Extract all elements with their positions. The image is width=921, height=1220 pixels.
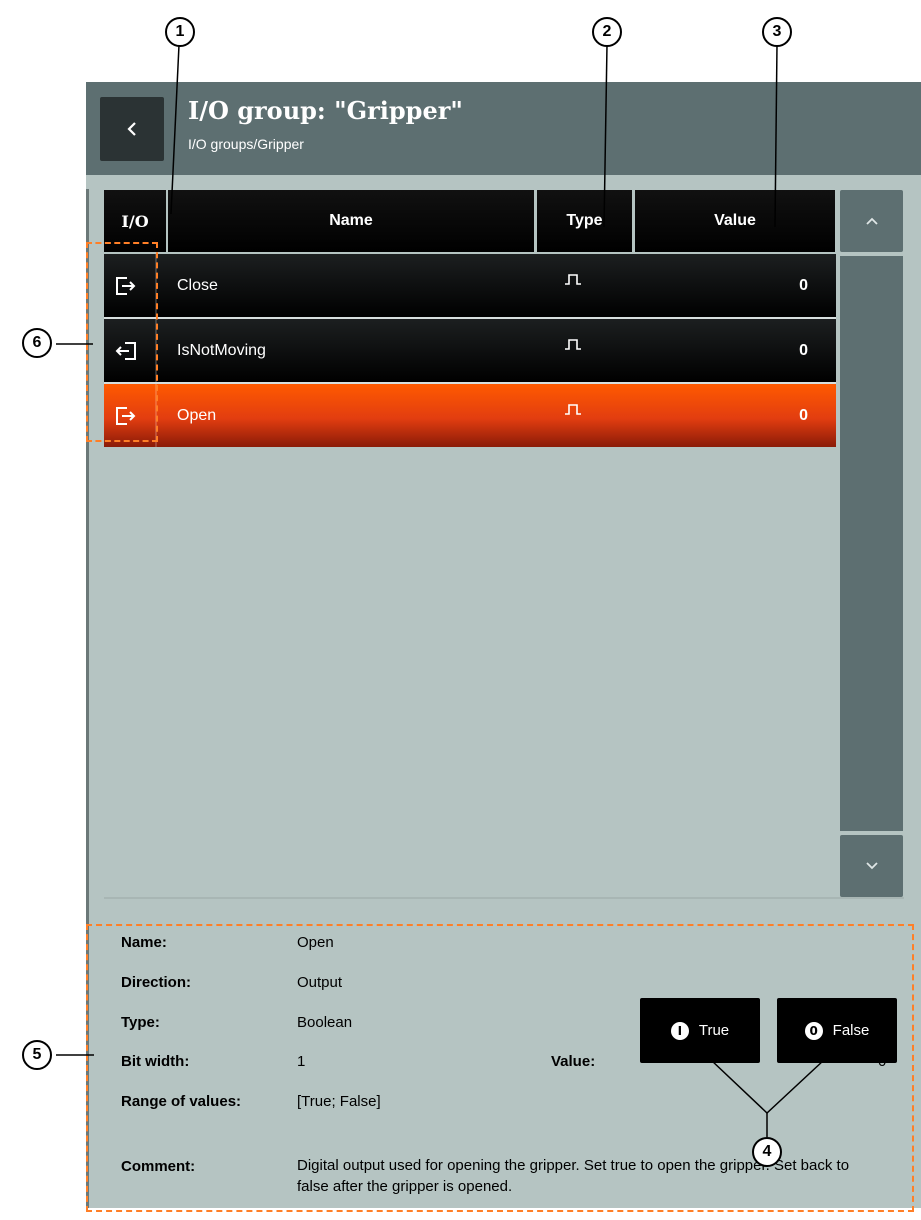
callout-marker-2: 2: [592, 17, 622, 47]
callout-marker-6: 6: [22, 328, 52, 358]
callout-marker-1: 1: [165, 17, 195, 47]
callout-marker-5: 5: [22, 1040, 52, 1070]
callout-marker-4: 4: [752, 1137, 782, 1167]
callout-marker-3: 3: [762, 17, 792, 47]
callout-leader-lines: [56, 44, 825, 1137]
